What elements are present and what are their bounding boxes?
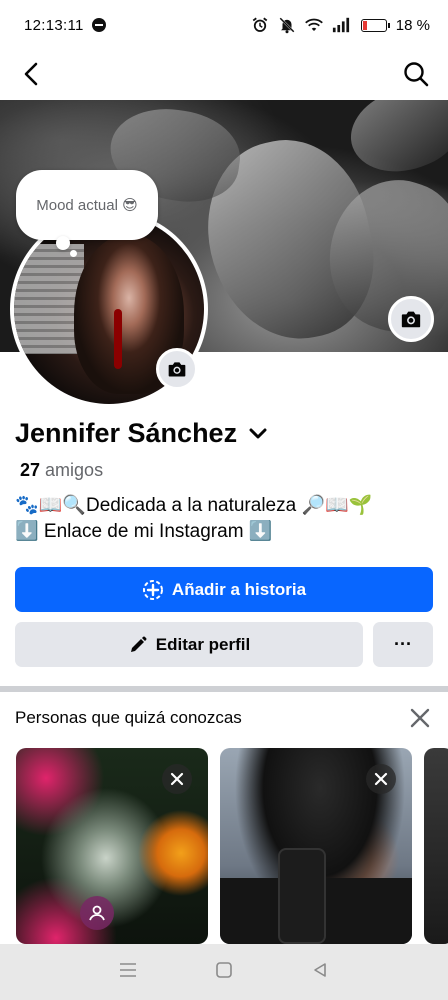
- alarm-icon: [251, 17, 269, 33]
- more-options-button[interactable]: ···: [373, 622, 433, 667]
- section-divider: [0, 686, 448, 692]
- chevron-down-icon[interactable]: [247, 423, 269, 445]
- pymk-title: Personas que quizá conozcas: [15, 708, 242, 727]
- add-story-label: Añadir a historia: [171, 579, 307, 599]
- mood-bubble-tail: [56, 236, 70, 250]
- back-arrow-icon[interactable]: [18, 60, 46, 88]
- cover-camera-button[interactable]: [388, 296, 434, 342]
- close-icon[interactable]: [408, 706, 432, 730]
- add-story-button[interactable]: Añadir a historia: [15, 567, 433, 612]
- camera-icon: [401, 311, 421, 328]
- friends-label: amigos: [45, 460, 104, 480]
- back-triangle-icon[interactable]: [311, 961, 329, 984]
- muted-bell-icon: [278, 17, 296, 34]
- friends-number: 27: [20, 460, 41, 480]
- battery-level: [362, 20, 367, 30]
- profile-name: Jennifer Sánchez: [15, 418, 238, 448]
- camera-icon: [168, 362, 186, 377]
- dismiss-suggestion-icon[interactable]: [162, 764, 192, 794]
- home-icon[interactable]: [215, 961, 233, 984]
- top-nav: [0, 52, 448, 98]
- battery-percent: 18 %: [395, 16, 430, 34]
- edit-profile-button[interactable]: Editar perfil: [15, 622, 363, 667]
- pencil-icon: [130, 636, 147, 652]
- friends-count[interactable]: 27 amigos: [20, 460, 103, 481]
- bio-line-2: ⬇️ Enlace de mi Instagram ⬇️: [15, 521, 273, 542]
- signal-icon: [332, 17, 350, 33]
- profile-name-row[interactable]: Jennifer Sánchez: [15, 418, 269, 449]
- system-nav-bar: [0, 944, 448, 1000]
- search-icon[interactable]: [402, 60, 430, 88]
- dismiss-suggestion-icon[interactable]: [366, 764, 396, 794]
- do-not-disturb-icon: [91, 18, 106, 32]
- avatar-frame-badge-icon: [80, 896, 114, 930]
- avatar-camera-button[interactable]: [156, 348, 198, 390]
- bio-line-1: 🐾📖🔍Dedicada a la naturaleza 🔎📖🌱: [15, 495, 373, 516]
- status-time: 12:13:11: [24, 16, 84, 34]
- wifi-icon: [304, 17, 323, 33]
- menu-icon[interactable]: [119, 962, 137, 983]
- add-circle-icon: [142, 579, 163, 600]
- battery-icon: [360, 18, 390, 32]
- mood-bubble-tail-small: [70, 250, 77, 257]
- suggestion-card[interactable]: [424, 748, 448, 944]
- mood-bubble[interactable]: Mood actual 😎: [16, 170, 158, 240]
- status-bar: 12:13:11 18 %: [0, 0, 448, 50]
- edit-profile-label: Editar perfil: [155, 634, 251, 654]
